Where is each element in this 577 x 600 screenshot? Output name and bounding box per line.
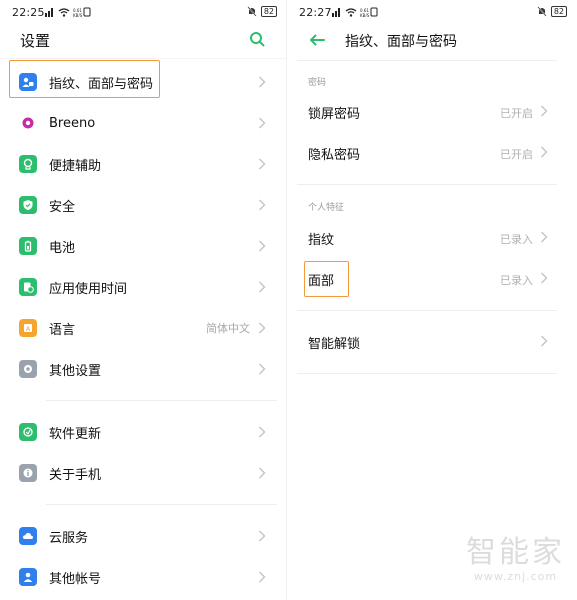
item-label: 指纹	[308, 233, 335, 248]
fingerprint-face-password-screen: 22:27 0.61 KB/S 82 指纹、面部与密码 密码 锁屏密码 已开启 隐…	[287, 0, 577, 600]
hourglass-icon	[19, 278, 37, 296]
settings-item-language[interactable]: A 语言 简体中文	[0, 308, 287, 348]
chevron-right-icon	[259, 530, 266, 542]
chevron-right-icon	[259, 426, 266, 438]
shield-icon	[19, 196, 37, 214]
chevron-right-icon	[259, 76, 266, 88]
chevron-right-icon	[259, 322, 266, 334]
settings-item-breeno[interactable]: Breeno	[0, 103, 287, 143]
item-label: 隐私密码	[308, 148, 361, 163]
status-bar: 22:25 0.61 KB/S 82	[0, 4, 287, 22]
settings-item-other-settings[interactable]: 其他设置	[0, 349, 287, 389]
item-label: 便捷辅助	[49, 158, 102, 174]
item-label: 应用使用时间	[49, 281, 128, 297]
language-icon: A	[19, 319, 37, 337]
signal-wifi-icon: 0.61KB/S	[332, 7, 378, 17]
chevron-right-icon	[259, 467, 266, 479]
svg-text:A: A	[26, 325, 31, 333]
page-title: 设置	[20, 32, 51, 50]
chevron-right-icon	[259, 117, 266, 129]
chevron-right-icon	[541, 146, 548, 158]
svg-text:KB/S: KB/S	[73, 13, 83, 17]
battery-indicator: 82	[550, 6, 567, 17]
status-bar: 22:27 0.61 KB/S 82	[287, 4, 577, 22]
back-arrow-icon[interactable]	[309, 34, 325, 46]
update-icon	[19, 423, 37, 441]
settings-item-accessibility[interactable]: 便捷辅助	[0, 144, 287, 184]
info-icon	[19, 464, 37, 482]
item-label: 语言	[49, 322, 76, 338]
section-header-password: 密码	[308, 78, 327, 88]
item-label: 云服务	[49, 530, 89, 546]
item-value: 已录入	[500, 233, 533, 246]
chevron-right-icon	[541, 105, 548, 117]
breeno-icon	[19, 114, 37, 132]
chevron-right-icon	[259, 571, 266, 583]
settings-item-software-update[interactable]: 软件更新	[0, 412, 287, 452]
settings-screen: 22:25 0.61 KB/S 82 设置 指纹、面部与密码 Breeno 便捷…	[0, 0, 287, 600]
chevron-right-icon	[541, 335, 548, 347]
watermark-brand: 智能家	[466, 535, 565, 570]
settings-item-app-usage-time[interactable]: 应用使用时间	[0, 267, 287, 307]
item-value: 已开启	[500, 148, 533, 161]
settings-item-battery[interactable]: 电池	[0, 226, 287, 266]
chevron-right-icon	[541, 272, 548, 284]
item-label: 其他设置	[49, 363, 102, 379]
item-label: 关于手机	[49, 467, 102, 483]
item-value: 简体中文	[206, 322, 250, 335]
status-time: 22:25	[12, 6, 45, 19]
chevron-right-icon	[541, 231, 548, 243]
chevron-right-icon	[259, 158, 266, 170]
accessibility-icon	[19, 155, 37, 173]
item-label: 锁屏密码	[308, 107, 361, 122]
settings-item-other-accounts[interactable]: 其他帐号	[0, 557, 287, 597]
battery-indicator: 82	[260, 6, 277, 17]
item-value: 已开启	[500, 107, 533, 120]
smart-unlock-item[interactable]: 智能解锁	[287, 322, 577, 360]
account-icon	[19, 568, 37, 586]
page-title: 指纹、面部与密码	[345, 34, 457, 50]
section-header-personal-features: 个人特征	[308, 203, 345, 213]
signal-wifi-icon: 0.61KB/S	[45, 7, 91, 17]
highlight-box	[304, 261, 349, 297]
watermark-url: www.znj.com	[473, 570, 558, 583]
chevron-right-icon	[259, 240, 266, 252]
fingerprint-item[interactable]: 指纹 已录入	[287, 218, 577, 256]
settings-item-cloud-service[interactable]: 云服务	[0, 516, 287, 556]
highlight-box	[9, 60, 160, 98]
mute-icon	[537, 6, 547, 17]
chevron-right-icon	[259, 199, 266, 211]
cloud-icon	[19, 527, 37, 545]
battery-icon	[19, 237, 37, 255]
status-time: 22:27	[299, 6, 332, 19]
mute-icon	[247, 6, 257, 17]
item-value: 已录入	[500, 274, 533, 287]
item-label: 其他帐号	[49, 571, 102, 587]
settings-item-about-phone[interactable]: 关于手机	[0, 453, 287, 493]
chevron-right-icon	[259, 281, 266, 293]
search-icon[interactable]	[249, 31, 265, 47]
item-label: 智能解锁	[308, 337, 361, 352]
watermark: 智能家 www.znj.com	[466, 535, 565, 584]
chevron-right-icon	[259, 363, 266, 375]
svg-text:KB/S: KB/S	[360, 13, 370, 17]
lock-screen-password-item[interactable]: 锁屏密码 已开启	[287, 92, 577, 130]
item-label: Breeno	[49, 115, 96, 131]
item-label: 安全	[49, 199, 76, 215]
item-label: 电池	[49, 240, 76, 256]
gear-icon	[19, 360, 37, 378]
settings-item-security[interactable]: 安全	[0, 185, 287, 225]
item-label: 软件更新	[49, 426, 102, 442]
privacy-password-item[interactable]: 隐私密码 已开启	[287, 133, 577, 171]
